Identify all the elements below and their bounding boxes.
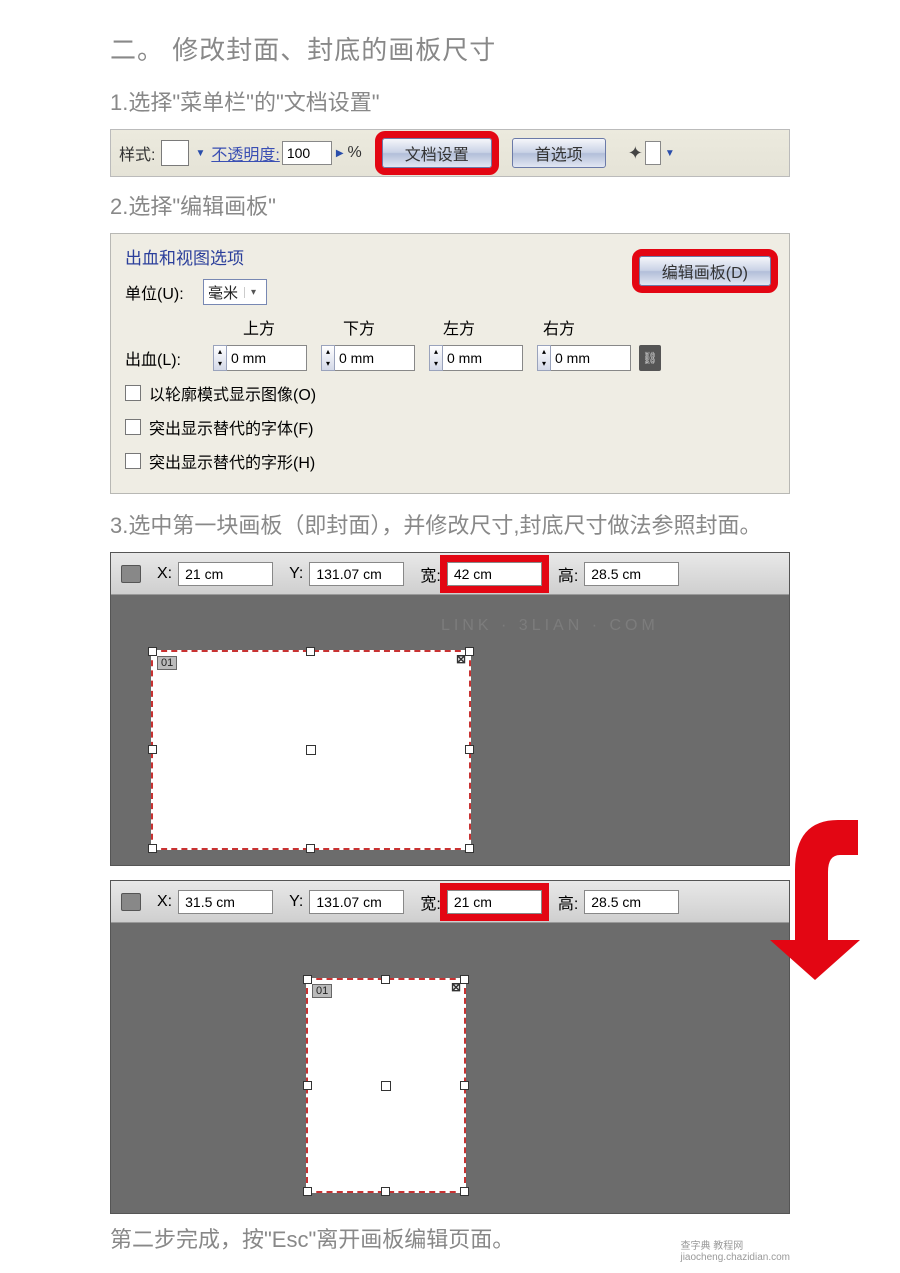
magic-wand-icon[interactable]: ✦	[628, 143, 643, 164]
checkbox-label: 以轮廓模式显示图像(O)	[149, 381, 316, 405]
step-2-text: 2.选择"编辑画板"	[110, 189, 790, 221]
bleed-label: 出血(L):	[125, 346, 213, 370]
document-setup-panel: 出血和视图选项 编辑画板(D) 单位(U): 毫米 ▾ 上方 下方 左方 右方 …	[110, 233, 790, 494]
width-input[interactable]	[447, 890, 542, 914]
editor-toolbar-b: X: Y: 宽: 高:	[111, 881, 789, 923]
opacity-stepper-icon[interactable]: ▶	[332, 148, 348, 159]
x-label: X:	[157, 893, 172, 911]
toolbar-end-dropdown-icon[interactable]: ▼	[661, 148, 679, 159]
artboard-editor-a: X: Y: 宽: 高: LINK · 3LIAN · COM 01 ⊠	[110, 552, 790, 866]
artboard-number: 01	[157, 656, 177, 670]
checkbox-label: 突出显示替代的字形(H)	[149, 449, 315, 473]
footer-url: jiaocheng.chazidian.com	[680, 1252, 790, 1263]
w-label: 宽:	[420, 562, 440, 586]
editor-canvas-b[interactable]: 01 ⊠	[111, 923, 789, 1213]
edit-artboards-button[interactable]: 编辑画板(D)	[639, 256, 771, 286]
artboard-number: 01	[312, 984, 332, 998]
x-input[interactable]	[178, 562, 273, 586]
opacity-label[interactable]: 不透明度:	[211, 141, 279, 165]
preferences-button[interactable]: 首选项	[512, 138, 606, 168]
artboard-rect[interactable]: 01 ⊠	[151, 650, 471, 850]
h-label: 高:	[558, 562, 578, 586]
checkbox-icon	[125, 385, 141, 401]
opacity-input[interactable]	[282, 141, 332, 165]
x-label: X:	[157, 565, 172, 583]
panel-legend: 出血和视图选项	[125, 249, 244, 268]
checkbox-outline-mode[interactable]: 以轮廓模式显示图像(O)	[125, 381, 775, 405]
y-input[interactable]	[309, 890, 404, 914]
document-setup-button[interactable]: 文档设置	[382, 138, 492, 168]
link-bleed-icon[interactable]: ⛓	[639, 345, 661, 371]
bleed-left-input[interactable]	[443, 345, 523, 371]
artboard-rect[interactable]: 01 ⊠	[306, 978, 466, 1193]
h-label: 高:	[558, 890, 578, 914]
y-label: Y:	[289, 893, 303, 911]
bleed-top-input[interactable]	[227, 345, 307, 371]
style-dropdown-icon[interactable]: ▼	[191, 148, 209, 159]
reference-point-icon[interactable]	[121, 893, 141, 911]
bleed-row: 出血(L): ▴▾ ▴▾ ▴▾ ▴▾ ⛓	[125, 345, 775, 371]
bleed-right-input[interactable]	[551, 345, 631, 371]
artboard-editor-b: X: Y: 宽: 高: 01 ⊠	[110, 880, 790, 1214]
height-input[interactable]	[584, 890, 679, 914]
y-input[interactable]	[309, 562, 404, 586]
reference-point-icon[interactable]	[121, 565, 141, 583]
col-bottom: 下方	[343, 315, 375, 339]
section-heading: 二。 修改封面、封底的画板尺寸	[110, 30, 790, 67]
step-1-text: 1.选择"菜单栏"的"文档设置"	[110, 85, 790, 117]
height-input[interactable]	[584, 562, 679, 586]
col-top: 上方	[243, 315, 275, 339]
col-left: 左方	[443, 315, 475, 339]
bleed-column-headers: 上方 下方 左方 右方	[243, 315, 775, 339]
checkbox-icon	[125, 419, 141, 435]
step-3-text: 3.选中第一块画板（即封面），并修改尺寸,封底尺寸做法参照封面。	[110, 508, 790, 540]
y-label: Y:	[289, 565, 303, 583]
x-input[interactable]	[178, 890, 273, 914]
style-swatch[interactable]	[161, 140, 189, 166]
chevron-down-icon: ▾	[244, 287, 262, 298]
footer-brand: 查字典 教程网	[680, 1237, 790, 1252]
style-label: 样式:	[119, 141, 155, 165]
editor-toolbar-a: X: Y: 宽: 高:	[111, 553, 789, 595]
checkbox-highlight-glyphs[interactable]: 突出显示替代的字形(H)	[125, 449, 775, 473]
bleed-bottom-input[interactable]	[335, 345, 415, 371]
options-toolbar: 样式: ▼ 不透明度: ▶ % 文档设置 首选项 ✦ ▼	[110, 129, 790, 177]
footer-watermark: 查字典 教程网 jiaocheng.chazidian.com	[680, 1237, 790, 1263]
unit-combo[interactable]: 毫米 ▾	[203, 279, 267, 305]
col-right: 右方	[543, 315, 575, 339]
editor-canvas-a[interactable]: LINK · 3LIAN · COM 01 ⊠	[111, 595, 789, 865]
w-label: 宽:	[420, 890, 440, 914]
checkbox-label: 突出显示替代的字体(F)	[149, 415, 313, 439]
red-curved-arrow-icon	[770, 800, 860, 985]
unit-value: 毫米	[208, 282, 238, 303]
width-input[interactable]	[447, 562, 542, 586]
unit-label: 单位(U):	[125, 280, 203, 304]
toolbar-end-swatch[interactable]	[645, 141, 661, 165]
percent-label: %	[348, 144, 362, 162]
checkbox-highlight-fonts[interactable]: 突出显示替代的字体(F)	[125, 415, 775, 439]
checkbox-icon	[125, 453, 141, 469]
